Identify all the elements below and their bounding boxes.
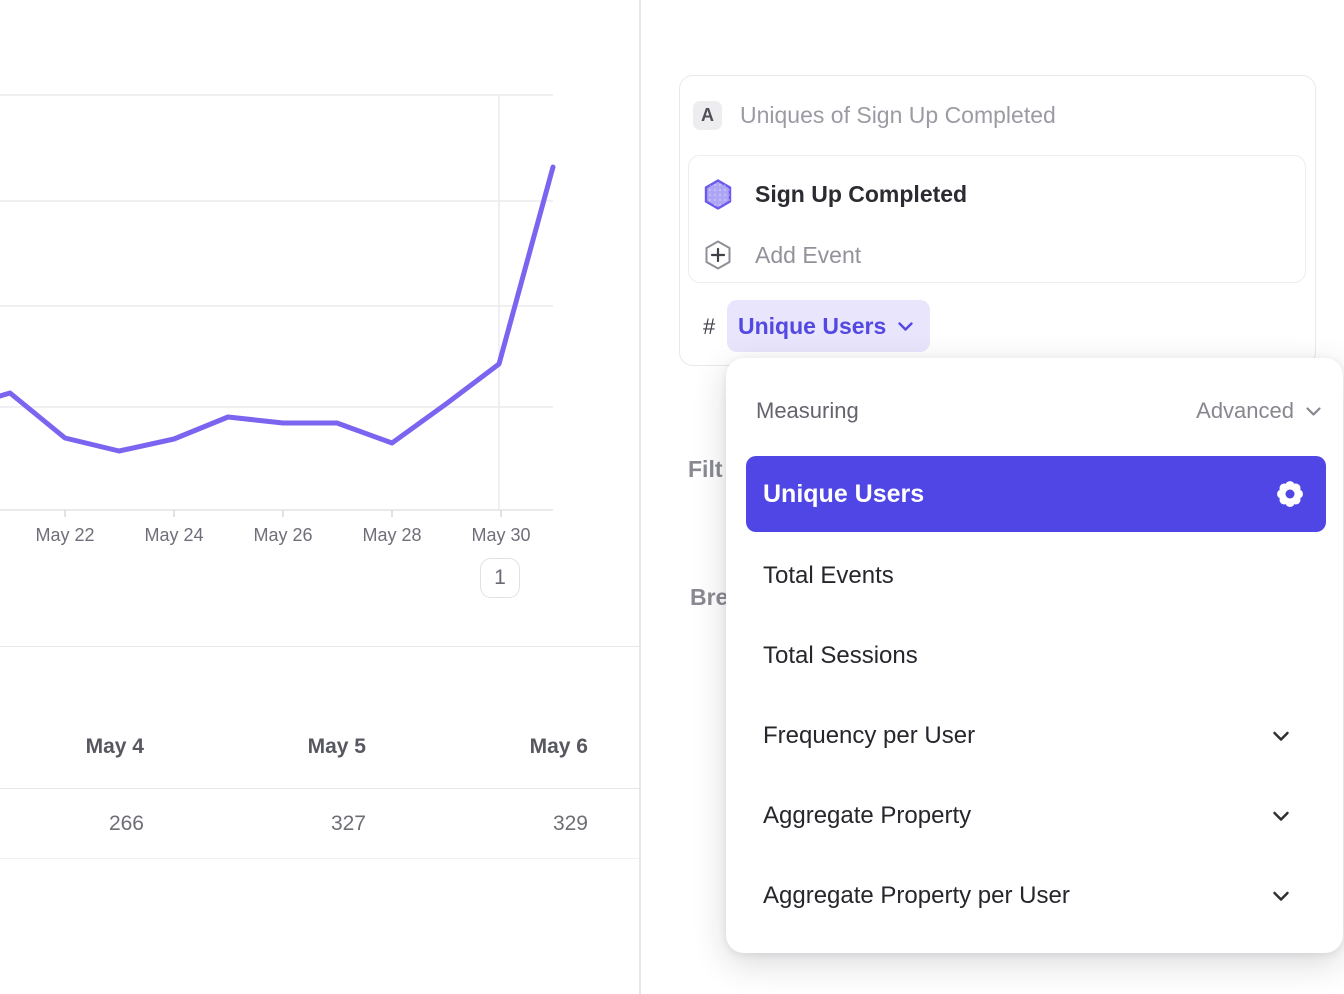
measure-option-aggregate-property-per-user[interactable]: Aggregate Property per User xyxy=(746,856,1323,936)
measure-option-label: Unique Users xyxy=(763,480,924,509)
measure-option-label: Aggregate Property xyxy=(763,802,971,830)
chevron-down-icon xyxy=(1272,811,1290,822)
measure-option-label: Total Events xyxy=(763,562,894,590)
add-event-button[interactable]: Add Event xyxy=(689,229,1305,281)
insights-report-screen: May 22May 24May 26May 28May 30 1 May 4Ma… xyxy=(0,0,1344,994)
measure-option-total-sessions[interactable]: Total Sessions xyxy=(746,616,1323,696)
chevron-down-icon xyxy=(1272,731,1290,742)
event-name: Sign Up Completed xyxy=(755,181,967,208)
measure-option-unique-users[interactable]: Unique Users xyxy=(746,456,1326,532)
measure-option-label: Frequency per User xyxy=(763,722,975,750)
chart-series-line xyxy=(0,167,553,451)
measure-option-label: Aggregate Property per User xyxy=(763,882,1070,910)
series-title: Uniques of Sign Up Completed xyxy=(740,102,1056,129)
measuring-label: Measuring xyxy=(756,398,859,424)
measure-option-frequency-per-user[interactable]: Frequency per User xyxy=(746,696,1323,776)
table-value-cell: 266 xyxy=(0,812,144,836)
measure-option-total-events[interactable]: Total Events xyxy=(746,536,1323,616)
x-axis-tick-label: May 24 xyxy=(119,525,229,546)
table-value-cell: 329 xyxy=(368,812,588,836)
measurement-symbol: # xyxy=(703,314,715,340)
panel-divider xyxy=(639,0,641,994)
measuring-dropdown-menu: Measuring Advanced Unique Users Total Eve… xyxy=(726,358,1343,953)
series-letter-badge: A xyxy=(693,101,722,130)
table-bottom-divider xyxy=(0,858,639,859)
gear-icon[interactable] xyxy=(1275,479,1305,509)
add-event-label: Add Event xyxy=(755,242,861,269)
measure-option-label: Total Sessions xyxy=(763,642,918,670)
chevron-down-icon xyxy=(1305,406,1322,417)
add-event-icon xyxy=(703,239,733,271)
event-list-card: Sign Up Completed Add Event xyxy=(688,155,1306,283)
filter-section-label: Filt xyxy=(688,456,723,483)
dropdown-header: Measuring Advanced xyxy=(756,397,1322,425)
measurement-pill-label: Unique Users xyxy=(738,313,886,340)
chevron-down-icon xyxy=(897,321,914,332)
table-header-cell: May 5 xyxy=(146,735,366,759)
table-header-cell: May 4 xyxy=(0,735,144,759)
chevron-down-icon xyxy=(1272,891,1290,902)
breakdown-section-label: Bre xyxy=(690,584,728,611)
advanced-label: Advanced xyxy=(1196,398,1294,424)
table-header-divider xyxy=(0,788,639,789)
event-hexagon-icon xyxy=(703,178,733,211)
table-value-cell: 327 xyxy=(146,812,366,836)
measurement-dropdown-trigger[interactable]: Unique Users xyxy=(727,300,930,352)
event-row-sign-up-completed[interactable]: Sign Up Completed xyxy=(689,168,1305,220)
advanced-mode-toggle[interactable]: Advanced xyxy=(1196,398,1322,424)
pagination-badge[interactable]: 1 xyxy=(480,558,520,598)
x-axis-tick-label: May 30 xyxy=(446,525,556,546)
table-header-cell: May 6 xyxy=(368,735,588,759)
x-axis-tick-label: May 22 xyxy=(10,525,120,546)
measure-option-aggregate-property[interactable]: Aggregate Property xyxy=(746,776,1323,856)
x-axis-tick-label: May 28 xyxy=(337,525,447,546)
table-top-divider xyxy=(0,646,639,647)
series-card: A Uniques of Sign Up Completed Sign Up C… xyxy=(679,75,1316,366)
x-axis-tick-label: May 26 xyxy=(228,525,338,546)
